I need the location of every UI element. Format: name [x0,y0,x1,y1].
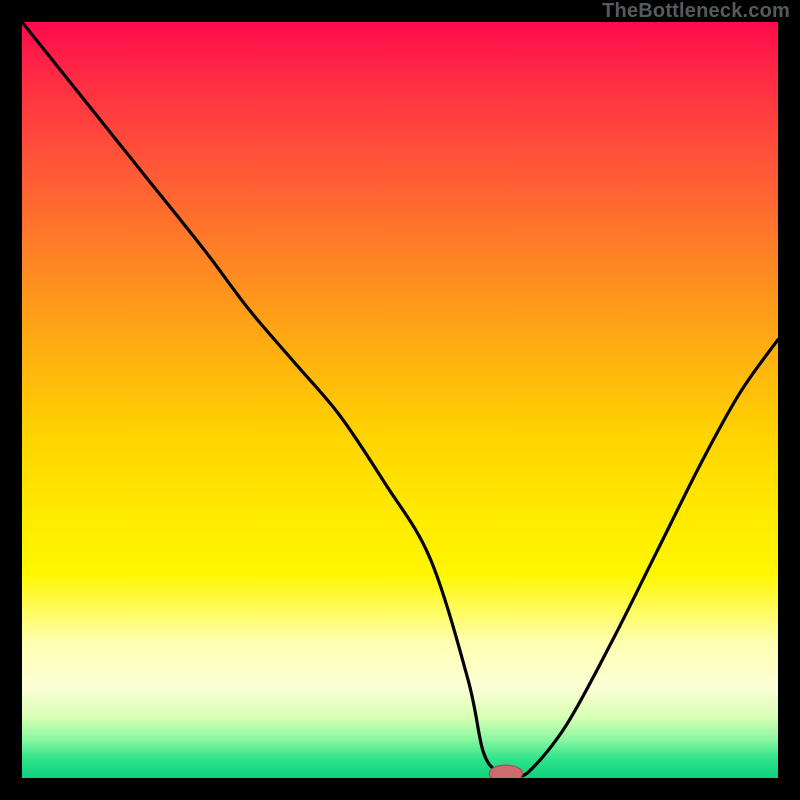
plot-area [22,22,778,778]
bottleneck-curve [22,22,778,776]
optimum-marker [489,765,522,778]
chart-stage: TheBottleneck.com [0,0,800,800]
watermark-text: TheBottleneck.com [602,0,790,23]
curve-layer [22,22,778,778]
